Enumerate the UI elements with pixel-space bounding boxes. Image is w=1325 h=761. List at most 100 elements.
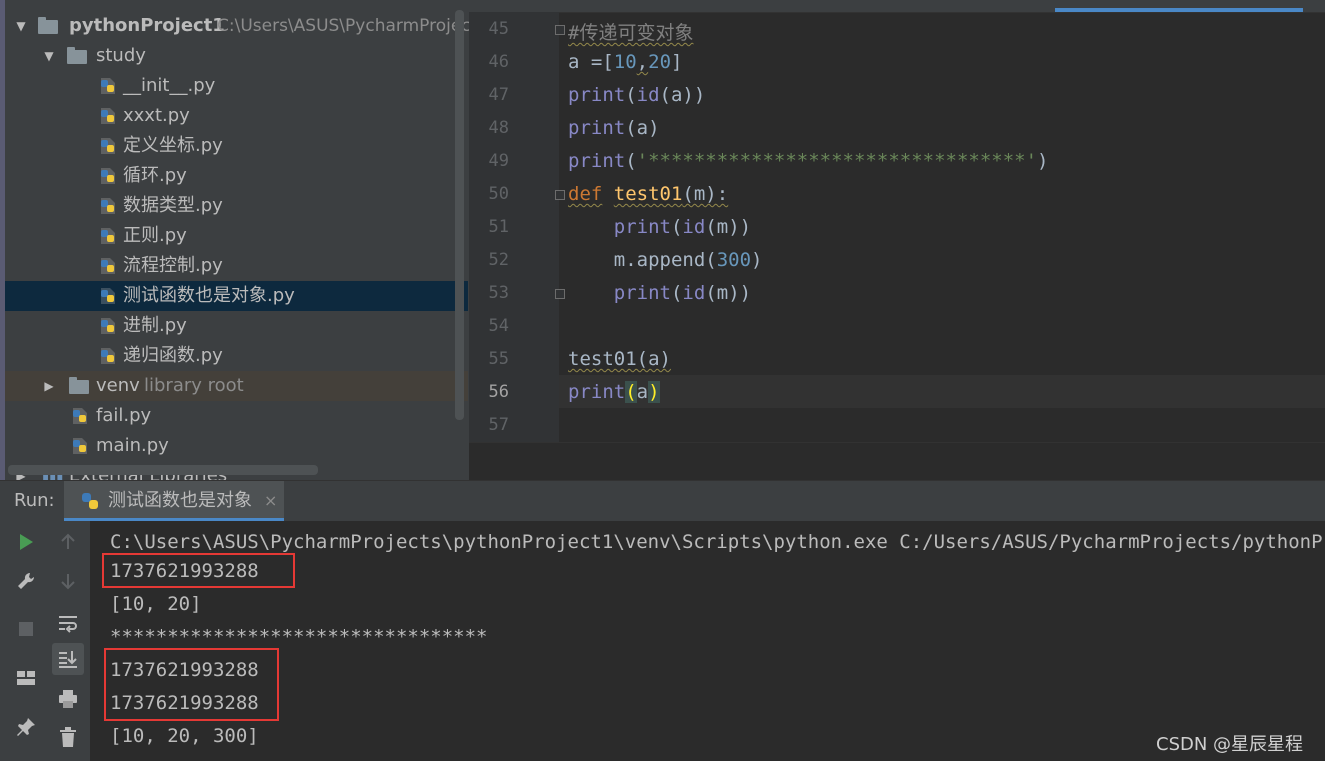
clear-all-button[interactable] <box>52 721 84 753</box>
code-line-56: print(a) <box>568 381 660 403</box>
code-token: (a)) <box>659 84 706 106</box>
rerun-button[interactable] <box>10 526 42 558</box>
code-line-48: print(a) <box>568 117 660 139</box>
code-builtin: print <box>568 150 626 172</box>
line-number: 46 <box>488 52 509 72</box>
horizontal-scrollbar[interactable] <box>8 465 318 475</box>
code-token: =[ <box>590 51 614 73</box>
tree-item-file[interactable]: main.py <box>5 431 468 461</box>
tree-item-label: fail.py <box>96 405 152 426</box>
chevron-down-icon[interactable]: ▼ <box>41 41 57 71</box>
tree-item-study[interactable]: ▼ study <box>5 41 468 71</box>
line-number: 54 <box>488 316 509 336</box>
matched-paren: ) <box>648 381 660 403</box>
line-number: 57 <box>488 415 509 435</box>
line-number: 51 <box>488 217 509 237</box>
line-number: 53 <box>488 283 509 303</box>
code-number: 20 <box>648 51 672 73</box>
tree-item-file[interactable]: 定义坐标.py <box>5 131 468 161</box>
tree-item-label: __init__.py <box>123 75 216 96</box>
tree-item-file[interactable]: 流程控制.py <box>5 251 468 281</box>
folder-icon <box>38 17 58 34</box>
python-file-icon <box>101 168 115 184</box>
scroll-to-end-button[interactable] <box>52 643 84 675</box>
run-console-output[interactable]: C:\Users\ASUS\PycharmProjects\pythonProj… <box>90 521 1325 761</box>
code-line-50: def test01(m): <box>568 183 728 205</box>
code-token: m.append( <box>613 249 717 271</box>
tree-item-label: 定义坐标.py <box>123 135 223 156</box>
code-comment: #传递可变对象 <box>568 22 694 44</box>
run-panel-header: Run: 测试函数也是对象 × <box>0 480 1325 521</box>
code-token: test01(a) <box>568 348 671 370</box>
tree-item-file[interactable]: 数据类型.py <box>5 191 468 221</box>
current-line-highlight <box>559 375 1325 408</box>
restore-layout-button[interactable] <box>10 662 42 694</box>
console-line: ********************************* <box>110 626 488 648</box>
vertical-scrollbar[interactable] <box>455 10 464 420</box>
scroll-down-button[interactable] <box>52 565 84 597</box>
tree-item-venv[interactable]: ▶ venv library root <box>5 371 468 401</box>
tree-item-file[interactable]: 正则.py <box>5 221 468 251</box>
code-builtin: id <box>636 84 660 106</box>
code-token: ( <box>670 282 683 304</box>
soft-wrap-button[interactable] <box>52 607 84 639</box>
tree-item-file[interactable]: xxxt.py <box>5 101 468 131</box>
line-number: 50 <box>488 184 509 204</box>
pin-tab-button[interactable] <box>10 711 42 743</box>
code-token: ( <box>625 150 637 172</box>
tree-item-label: 进制.py <box>123 315 187 336</box>
code-string: '*********************************' <box>636 150 1038 172</box>
tree-item-file[interactable]: 循环.py <box>5 161 468 191</box>
stop-button[interactable] <box>10 613 42 645</box>
project-tree-panel: ▼ pythonProject1 C:\Users\ASUS\PycharmPr… <box>0 0 469 480</box>
print-button[interactable] <box>52 683 84 715</box>
python-file-icon <box>101 198 115 214</box>
code-line-49: print('*********************************… <box>568 150 1048 172</box>
highlight-box <box>102 553 295 588</box>
tree-item-file[interactable]: fail.py <box>5 401 468 431</box>
fold-marker-icon[interactable] <box>555 289 565 299</box>
fold-marker-icon[interactable] <box>555 190 565 200</box>
tree-item-file[interactable]: 递归函数.py <box>5 341 468 371</box>
line-number: 47 <box>488 85 509 105</box>
watermark: CSDN @星辰星程 <box>1156 734 1304 755</box>
tree-item-label: xxxt.py <box>123 105 190 126</box>
code-line-47: print(id(a)) <box>568 84 705 106</box>
code-builtin: print <box>568 117 626 139</box>
python-file-icon <box>101 108 115 124</box>
tree-item-label: 递归函数.py <box>123 345 223 366</box>
code-token: (m)) <box>705 282 752 304</box>
tree-item-file[interactable]: __init__.py <box>5 71 468 101</box>
code-number: 10 <box>613 51 637 73</box>
chevron-down-icon[interactable]: ▼ <box>13 11 29 41</box>
python-file-icon <box>101 318 115 334</box>
python-file-icon <box>101 348 115 364</box>
code-editor[interactable]: 45 46 47 48 49 50 51 52 53 54 55 56 57 #… <box>469 0 1325 480</box>
code-line-55: test01(a) <box>568 348 671 370</box>
active-tab-indicator <box>1055 8 1303 12</box>
project-path: C:\Users\ASUS\PycharmProjec <box>217 16 469 36</box>
tree-item-label: main.py <box>96 435 169 456</box>
run-tab[interactable]: 测试函数也是对象 × <box>64 481 284 521</box>
tree-item-root[interactable]: ▼ pythonProject1 C:\Users\ASUS\PycharmPr… <box>5 11 469 41</box>
editor-tab-bar <box>469 0 1325 13</box>
code-keyword: def <box>568 183 603 205</box>
close-icon[interactable]: × <box>264 481 277 521</box>
chevron-right-icon[interactable]: ▶ <box>41 371 57 401</box>
code-token: ) <box>1037 150 1049 172</box>
tree-item-label: 循环.py <box>123 165 187 186</box>
run-panel-title: Run: <box>14 490 55 511</box>
wrench-icon <box>18 572 35 589</box>
tree-item-file-selected[interactable]: 测试函数也是对象.py <box>5 281 468 311</box>
code-line-51: print(id(m)) <box>568 216 751 238</box>
fold-marker-icon[interactable] <box>555 25 565 35</box>
trash-icon <box>60 727 76 747</box>
scroll-up-button[interactable] <box>52 526 84 558</box>
python-file-icon <box>101 288 115 304</box>
python-file-icon <box>101 78 115 94</box>
code-number: 300 <box>716 249 752 271</box>
code-token: (a) <box>625 117 660 139</box>
edit-configuration-button[interactable] <box>10 565 42 597</box>
line-number: 52 <box>488 250 509 270</box>
tree-item-file[interactable]: 进制.py <box>5 311 468 341</box>
